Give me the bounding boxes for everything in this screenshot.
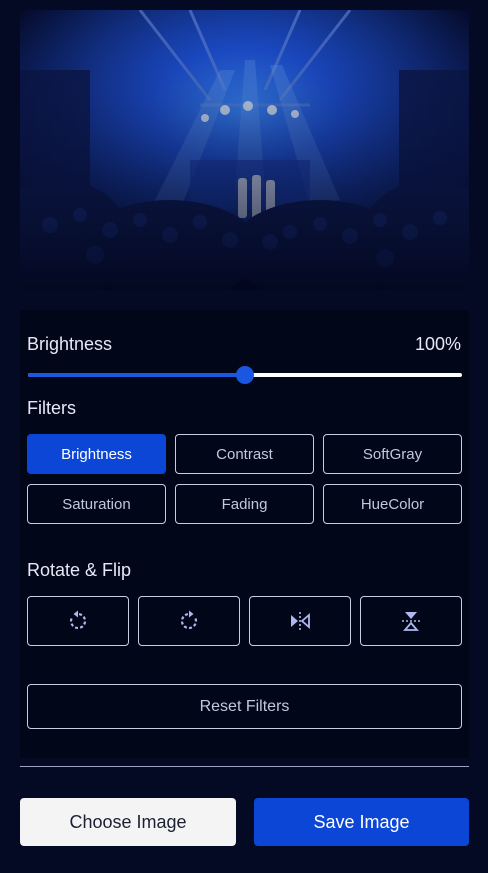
editor-panel: Brightness 100% Filters Brightness Contr… bbox=[20, 310, 469, 758]
choose-image-button[interactable]: Choose Image bbox=[20, 798, 236, 846]
slider-fill bbox=[28, 373, 245, 377]
image-preview bbox=[20, 10, 469, 290]
save-image-button[interactable]: Save Image bbox=[254, 798, 469, 846]
filter-huecolor-button[interactable]: HueColor bbox=[323, 484, 462, 524]
flip-vertical-icon bbox=[402, 612, 420, 631]
flip-horizontal-icon bbox=[291, 612, 310, 630]
filter-brightness-button[interactable]: Brightness bbox=[27, 434, 166, 474]
slider-value: 100% bbox=[414, 333, 461, 354]
rotate-flip-title: Rotate & Flip bbox=[27, 560, 132, 580]
filter-softgray-button[interactable]: SoftGray bbox=[323, 434, 462, 474]
flip-vertical-button[interactable] bbox=[360, 596, 462, 646]
slider-header: Brightness 100% bbox=[27, 333, 461, 355]
rotate-flip-buttons bbox=[27, 596, 462, 646]
concert-photo bbox=[20, 10, 469, 290]
rotate-left-button[interactable] bbox=[27, 596, 129, 646]
divider bbox=[20, 766, 469, 767]
rotate-left-icon bbox=[69, 610, 87, 630]
rotate-right-icon bbox=[180, 610, 198, 630]
slider-thumb[interactable] bbox=[236, 366, 254, 384]
filter-fading-button[interactable]: Fading bbox=[175, 484, 314, 524]
flip-horizontal-button[interactable] bbox=[249, 596, 351, 646]
filters-title: Filters bbox=[27, 398, 76, 418]
filter-contrast-button[interactable]: Contrast bbox=[175, 434, 314, 474]
reset-filters-button[interactable]: Reset Filters bbox=[27, 684, 462, 729]
rotate-right-button[interactable] bbox=[138, 596, 240, 646]
filter-saturation-button[interactable]: Saturation bbox=[27, 484, 166, 524]
filter-buttons: Brightness Contrast SoftGray Saturation … bbox=[27, 434, 462, 524]
slider-label: Brightness bbox=[27, 333, 113, 354]
